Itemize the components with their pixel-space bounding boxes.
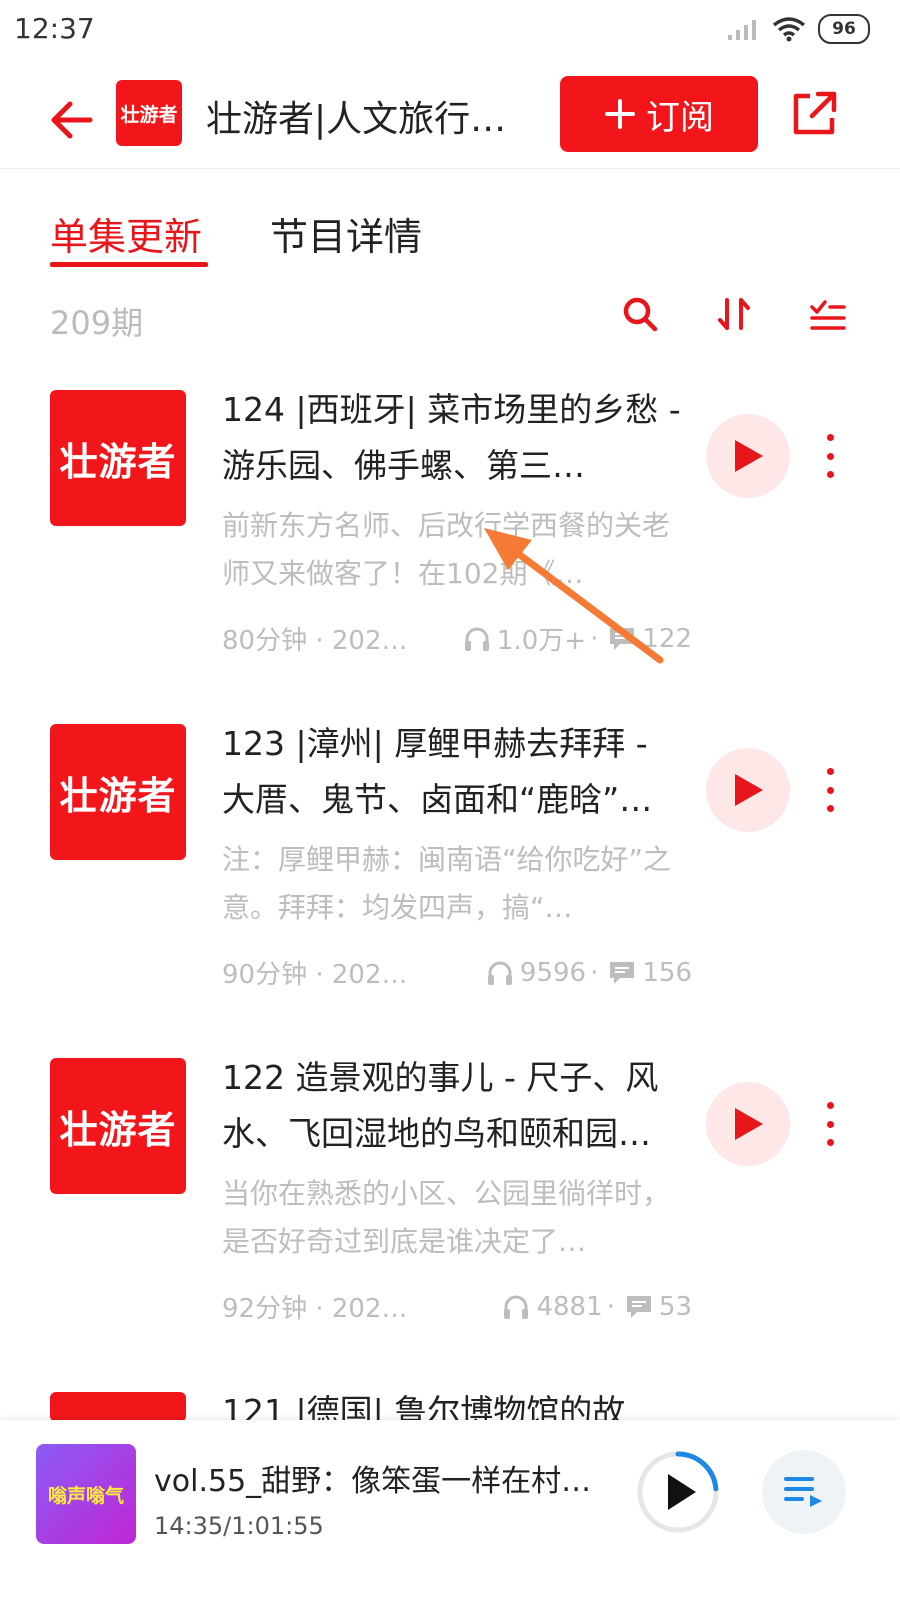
episode-description: 当你在熟悉的小区、公园里徜徉时，是否好奇过到底是谁决定了… xyxy=(222,1177,671,1258)
play-count: 4881 xyxy=(536,1291,603,1322)
episode-title[interactable]: 124 |西班牙| 菜市场里的乡愁 - 游乐园、佛手螺、第三… xyxy=(222,382,684,494)
back-arrow-icon[interactable] xyxy=(44,92,100,148)
signal-icon xyxy=(728,20,756,40)
comment-count: 156 xyxy=(642,957,692,988)
play-icon xyxy=(735,774,763,806)
play-count: 1.0万+ xyxy=(496,626,587,656)
more-options-icon[interactable] xyxy=(820,434,840,478)
now-playing-cover[interactable]: 嗡声嗡气 xyxy=(36,1444,136,1544)
episode-cover[interactable]: 壮游者 xyxy=(50,390,186,526)
status-time: 12:37 xyxy=(14,12,95,45)
episode-title[interactable]: 121 |德国| 鲁尔博物馆的故 xyxy=(222,1384,684,1422)
wifi-icon xyxy=(772,17,806,42)
comment-icon xyxy=(625,1294,653,1320)
battery-icon: 96 xyxy=(818,14,870,44)
headphones-icon xyxy=(486,959,514,987)
play-button[interactable] xyxy=(706,1082,790,1166)
subscribe-label: 订阅 xyxy=(646,97,714,138)
episode-cover[interactable]: 壮游者 xyxy=(50,1058,186,1194)
now-playing-time: 14:35/1:01:55 xyxy=(154,1512,324,1540)
comment-icon xyxy=(608,626,636,652)
podcast-title: 壮游者|人文旅行… xyxy=(206,99,507,140)
sort-icon[interactable] xyxy=(714,294,754,334)
tab-active-indicator xyxy=(50,262,208,267)
search-icon[interactable] xyxy=(620,294,660,334)
play-icon xyxy=(668,1474,696,1510)
player-play-button[interactable] xyxy=(636,1450,720,1534)
more-options-icon[interactable] xyxy=(820,1102,840,1146)
episode-duration-date: 80分钟 · 2022… xyxy=(222,626,422,656)
status-icons: 96 xyxy=(726,14,870,44)
subscribe-button[interactable]: 订阅 xyxy=(560,76,758,152)
comment-count: 53 xyxy=(658,1291,692,1322)
play-icon xyxy=(735,1108,763,1140)
episode-title[interactable]: 123 |漳州| 厚鲤甲赫去拜拜 - 大厝、鬼节、卤面和“鹿晗”… xyxy=(222,716,684,828)
comment-icon xyxy=(608,960,636,986)
play-button[interactable] xyxy=(706,748,790,832)
episode-cover[interactable] xyxy=(50,1392,186,1422)
episode-meta: 92分钟 · 2022/0… 4881 · 53 xyxy=(222,1288,692,1325)
comment-count: 122 xyxy=(642,623,692,654)
episode-description: 前新东方名师、后改行学西餐的关老师又来做客了！在102期《… xyxy=(222,509,671,590)
tab-episodes[interactable]: 单集更新 xyxy=(50,206,202,261)
episode-meta: 80分钟 · 2022… 1.0万+ · 122 xyxy=(222,620,692,657)
episode-duration-date: 90分钟 · 2022/… xyxy=(222,960,422,990)
batch-select-icon[interactable] xyxy=(808,294,848,334)
play-count: 9596 xyxy=(519,957,587,988)
podcast-logo[interactable]: 壮游者 xyxy=(116,80,182,146)
tab-program-details[interactable]: 节目详情 xyxy=(270,206,422,261)
more-options-icon[interactable] xyxy=(820,768,840,812)
episode-title[interactable]: 122 造景观的事儿 - 尺子、风水、飞回湿地的鸟和颐和园… xyxy=(222,1050,684,1162)
headphones-icon xyxy=(502,1293,530,1321)
now-playing-title[interactable]: vol.55_甜野：像笨蛋一样在村… xyxy=(154,1456,594,1500)
episode-meta: 90分钟 · 2022/… 9596 · 156 xyxy=(222,954,692,991)
plus-icon xyxy=(605,99,635,129)
play-button[interactable] xyxy=(706,414,790,498)
episode-count: 209期 xyxy=(50,304,144,342)
share-icon[interactable] xyxy=(788,88,840,140)
play-icon xyxy=(735,440,763,472)
playlist-icon[interactable] xyxy=(762,1450,846,1534)
episode-description: 注：厚鲤甲赫：闽南语“给你吃好”之意。拜拜：均发四声，搞“… xyxy=(222,843,672,924)
play-progress-ring xyxy=(637,1451,719,1533)
episode-duration-date: 92分钟 · 2022/0… xyxy=(222,1294,422,1324)
headphones-icon xyxy=(463,625,491,653)
episode-cover[interactable]: 壮游者 xyxy=(50,724,186,860)
